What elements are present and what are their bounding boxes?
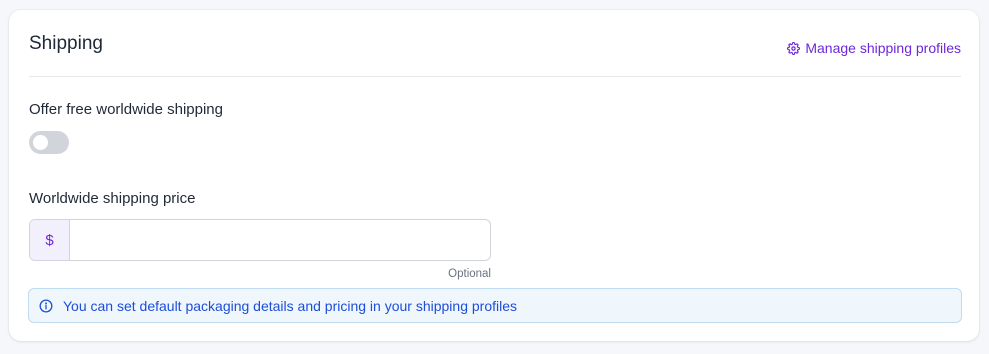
section-title: Shipping [29, 33, 103, 54]
optional-hint: Optional [448, 268, 491, 280]
gear-icon [787, 41, 801, 55]
manage-link-label: Manage shipping profiles [805, 40, 961, 56]
free-shipping-label: Offer free worldwide shipping [29, 101, 223, 118]
toggle-knob [33, 135, 48, 150]
info-icon [39, 299, 53, 313]
card-header: Shipping Manage shipping profiles [29, 10, 961, 77]
free-shipping-toggle[interactable] [29, 131, 69, 154]
shipping-price-input-group: $ [29, 219, 491, 261]
shipping-card: Shipping Manage shipping profiles Offer … [9, 10, 979, 341]
shipping-price-label: Worldwide shipping price [29, 190, 196, 207]
info-text: You can set default packaging details an… [63, 297, 518, 314]
shipping-price-input[interactable] [70, 220, 490, 260]
info-banner: You can set default packaging details an… [28, 288, 962, 323]
currency-prefix: $ [30, 220, 70, 260]
manage-shipping-profiles-link[interactable]: Manage shipping profiles [787, 40, 961, 56]
